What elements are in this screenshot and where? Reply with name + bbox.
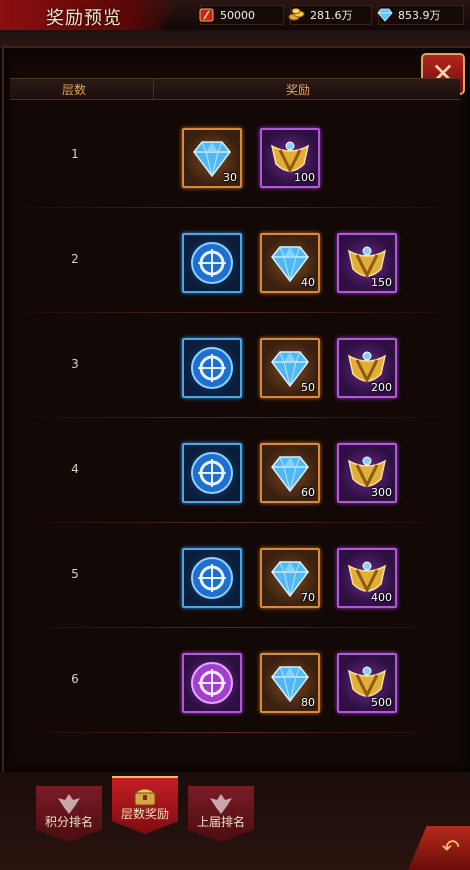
reward-item[interactable]: 80 xyxy=(260,653,320,713)
resource-gold[interactable]: 281.6万 xyxy=(288,5,372,25)
resource-value: 853.9万 xyxy=(398,9,441,22)
item-count: 400 xyxy=(371,591,392,604)
column-header-reward: 奖励 xyxy=(286,83,311,97)
reward-row: 4 60 300 xyxy=(10,418,460,523)
item-count: 40 xyxy=(301,276,315,289)
gold-coins-icon xyxy=(288,8,305,21)
tab-label: 层数奖励 xyxy=(120,807,169,821)
reward-item[interactable] xyxy=(182,548,242,608)
blue-orb-icon xyxy=(191,347,233,389)
item-count: 70 xyxy=(301,591,315,604)
reward-row: 6 80 500 xyxy=(10,628,460,733)
tab-label: 上届排名 xyxy=(196,815,245,829)
reward-item[interactable]: 50 xyxy=(260,338,320,398)
reward-item[interactable] xyxy=(182,653,242,713)
item-count: 200 xyxy=(371,381,392,394)
reward-item[interactable]: 40 xyxy=(260,233,320,293)
reward-item[interactable] xyxy=(182,338,242,398)
item-count: 300 xyxy=(371,486,392,499)
reward-row: 2 40 150 xyxy=(10,208,460,313)
row-level-number: 1 xyxy=(71,147,79,161)
reward-item[interactable] xyxy=(182,233,242,293)
reward-row: 5 70 400 xyxy=(10,523,460,628)
blue-orb-icon xyxy=(191,452,233,494)
reward-item[interactable]: 30 xyxy=(182,128,242,188)
reward-item[interactable]: 400 xyxy=(337,548,397,608)
item-count: 50 xyxy=(301,381,315,394)
tear-card-icon xyxy=(199,8,214,22)
resource-tear-card[interactable]: 50000 xyxy=(199,5,284,25)
row-level-number: 5 xyxy=(71,567,79,581)
reward-item[interactable]: 200 xyxy=(337,338,397,398)
reward-row: 1 30 100 xyxy=(10,103,460,208)
item-count: 150 xyxy=(371,276,392,289)
blue-orb-icon xyxy=(191,242,233,284)
reward-item[interactable]: 100 xyxy=(260,128,320,188)
reward-item[interactable]: 150 xyxy=(337,233,397,293)
reward-row: 3 50 200 xyxy=(10,313,460,418)
resource-value: 281.6万 xyxy=(310,9,353,22)
diamond-icon xyxy=(377,8,393,22)
tab-label: 积分排名 xyxy=(44,815,93,829)
row-level-number: 6 xyxy=(71,672,79,686)
item-count: 100 xyxy=(294,171,315,184)
table-header: 层数 奖励 xyxy=(10,78,460,100)
row-level-number: 4 xyxy=(71,462,79,476)
resource-value: 50000 xyxy=(220,8,255,22)
blue-orb-icon xyxy=(191,557,233,599)
row-divider xyxy=(10,732,460,733)
reward-item[interactable]: 70 xyxy=(260,548,320,608)
reward-item[interactable] xyxy=(182,443,242,503)
item-count: 80 xyxy=(301,696,315,709)
item-count: 500 xyxy=(371,696,392,709)
reward-item[interactable]: 60 xyxy=(260,443,320,503)
page-title: 奖励预览 xyxy=(46,8,122,29)
item-count: 30 xyxy=(223,171,237,184)
reward-item[interactable]: 500 xyxy=(337,653,397,713)
return-arrow-icon: ↶ xyxy=(441,835,460,861)
row-level-number: 2 xyxy=(71,252,79,266)
resource-diamond[interactable]: 853.9万 xyxy=(377,5,464,25)
reward-item[interactable]: 300 xyxy=(337,443,397,503)
row-level-number: 3 xyxy=(71,357,79,371)
header-divider xyxy=(153,79,154,99)
purple-orb-icon xyxy=(191,662,233,704)
column-header-level: 层数 xyxy=(62,83,87,97)
top-bar: 奖励预览 50000 281.6万 853.9万 xyxy=(0,0,470,32)
item-count: 60 xyxy=(301,486,315,499)
